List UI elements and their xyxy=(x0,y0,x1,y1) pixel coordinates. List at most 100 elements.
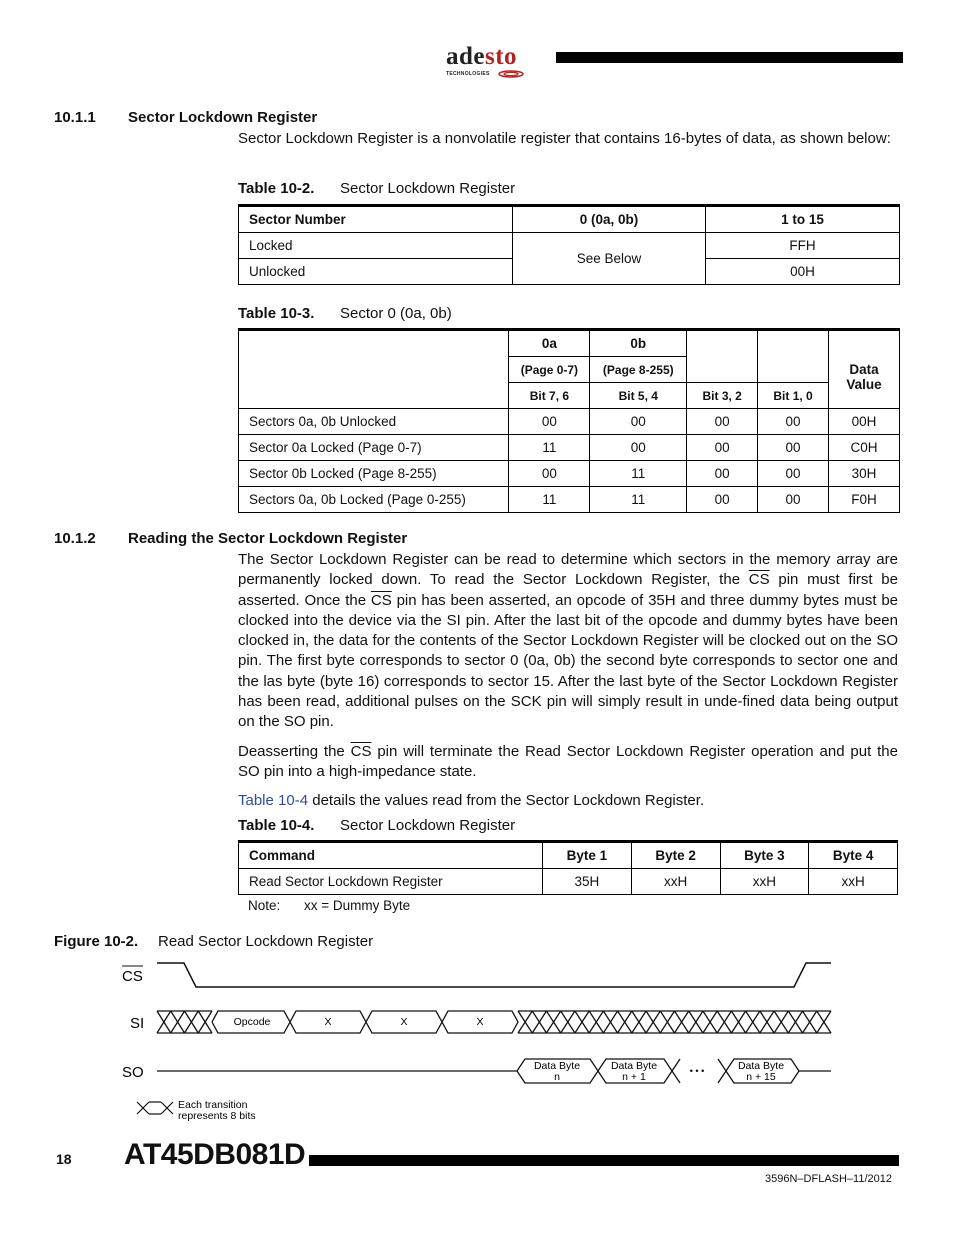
cell-value: FFH xyxy=(705,232,900,259)
document-id: 3596N–DFLASH–11/2012 xyxy=(765,1173,892,1185)
table-10-3-caption: Table 10-3. Sector 0 (0a, 0b) xyxy=(238,305,452,322)
header-cell: 0 (0a, 0b) xyxy=(512,204,706,233)
cell-value: 00 xyxy=(686,486,759,513)
table-header-row: Sector Number 0 (0a, 0b) 1 to 15 xyxy=(238,204,900,233)
header-cell: Command xyxy=(238,840,543,869)
table-10-4-caption: Table 10-4. Sector Lockdown Register xyxy=(238,817,515,834)
table-row: Sector 0b Locked (Page 8-255) 00 11 00 0… xyxy=(237,460,900,487)
cell-value: 00 xyxy=(589,434,688,461)
header-cell: 0a xyxy=(508,328,591,357)
logo-text-sto: sto xyxy=(485,43,518,70)
table-10-2: Sector Number 0 (0a, 0b) 1 to 15 Locked … xyxy=(238,204,900,285)
so-label: SO xyxy=(122,1064,144,1081)
cs-signal-name: CS xyxy=(370,591,392,609)
header-cell: Byte 2 xyxy=(630,840,721,869)
row-label: Sectors 0a, 0b Unlocked xyxy=(237,408,510,435)
cell-value: 00 xyxy=(686,408,759,435)
cell-see-below: See Below xyxy=(512,232,706,285)
paragraph-table-reference: Table 10-4 details the values read from … xyxy=(238,791,898,811)
cell-value: 11 xyxy=(508,434,591,461)
table-row: Read Sector Lockdown Register 35H xxH xx… xyxy=(238,868,898,895)
cs-signal-name: CS xyxy=(350,743,372,760)
table-row: Locked See Below FFH xyxy=(238,232,900,285)
header-cell: (Page 8-255) xyxy=(589,356,688,383)
timing-diagram: CS SI SO Opcode X X X Data Byte n Data B… xyxy=(122,962,832,1122)
table-10-4-link[interactable]: Table 10-4 xyxy=(238,792,308,809)
footer-bar xyxy=(309,1155,899,1166)
header-cell: Bit 3, 2 xyxy=(686,382,759,409)
section-title: Sector Lockdown Register xyxy=(128,109,318,126)
si-byte-x: X xyxy=(476,1016,483,1028)
table-10-3: 0a 0b Data Value (Page 0-7) (Page 8-255)… xyxy=(237,328,900,513)
row-label: Locked xyxy=(238,232,513,259)
table-10-4: Command Byte 1 Byte 2 Byte 3 Byte 4 Read… xyxy=(238,840,898,895)
header-cell: Sector Number xyxy=(238,204,513,233)
cell-value: C0H xyxy=(828,434,900,461)
caption-title: Sector Lockdown Register xyxy=(340,817,516,834)
cell-value: 35H xyxy=(542,868,632,895)
header-cell-data-value: Data Value xyxy=(828,328,900,409)
cell-value: 00 xyxy=(589,408,688,435)
header-cell: 1 to 15 xyxy=(705,204,900,233)
cell-value: xxH xyxy=(630,868,721,895)
si-byte-opcode: Opcode xyxy=(234,1016,271,1028)
cell-value: 00 xyxy=(508,408,591,435)
table-header-row: Command Byte 1 Byte 2 Byte 3 Byte 4 xyxy=(238,840,898,869)
header-cell: (Page 0-7) xyxy=(508,356,591,383)
header-cell: Bit 5, 4 xyxy=(589,382,688,409)
section-intro: Sector Lockdown Register is a nonvolatil… xyxy=(238,130,891,147)
table-row: Sectors 0a, 0b Locked (Page 0-255) 11 11… xyxy=(237,486,900,513)
row-label: Unlocked xyxy=(238,258,513,285)
cell-value: 30H xyxy=(828,460,900,487)
cell-value: F0H xyxy=(828,486,900,513)
table-10-2-caption: Table 10-2. Sector Lockdown Register xyxy=(238,180,515,197)
table-note: Note: xx = Dummy Byte xyxy=(248,898,410,913)
so-waveform xyxy=(157,1058,831,1084)
so-byte-n15-line2: n + 15 xyxy=(746,1071,776,1083)
table-header-row: 0a 0b Data Value xyxy=(237,328,900,409)
cell-value: xxH xyxy=(719,868,810,895)
caption-title: Sector Lockdown Register xyxy=(340,180,516,197)
cell-value: 00 xyxy=(757,408,829,435)
si-byte-x: X xyxy=(324,1016,331,1028)
cs-waveform xyxy=(157,962,831,988)
caption-label: Table 10-4. xyxy=(238,817,315,834)
cell-value: 00 xyxy=(757,486,829,513)
text-run: pin has been asserted, an opcode of 35H … xyxy=(238,591,898,731)
note-text: xx = Dummy Byte xyxy=(304,898,411,913)
caption-title: Sector 0 (0a, 0b) xyxy=(340,305,452,322)
product-name: AT45DB081D xyxy=(124,1138,306,1171)
so-ellipsis: • • • xyxy=(690,1066,704,1076)
header-cell: Bit 1, 0 xyxy=(757,382,829,409)
adesto-logo: adesto TECHNOLOGIES xyxy=(446,44,536,78)
cell-value: 00 xyxy=(686,460,759,487)
cell-value: 00H xyxy=(705,258,900,285)
header-cell: Byte 3 xyxy=(719,840,810,869)
caption-label: Table 10-2. xyxy=(238,180,315,197)
legend-line2: represents 8 bits xyxy=(178,1110,256,1122)
header-bar xyxy=(556,52,903,63)
cs-signal-name: CS xyxy=(748,571,770,589)
cell-value: xxH xyxy=(808,868,898,895)
logo-subtitle: TECHNOLOGIES xyxy=(446,71,490,77)
header-cell: Bit 7, 6 xyxy=(508,382,591,409)
section-heading-10-1-2: 10.1.2 Reading the Sector Lockdown Regist… xyxy=(54,530,407,547)
logo-text-ade: ade xyxy=(446,43,485,70)
logo-swoosh-icon xyxy=(497,70,524,78)
caption-title: Read Sector Lockdown Register xyxy=(158,933,374,950)
cell-value: 00 xyxy=(686,434,759,461)
cell-value: 00 xyxy=(757,460,829,487)
header-cell: Byte 1 xyxy=(542,840,632,869)
row-label: Sectors 0a, 0b Locked (Page 0-255) xyxy=(237,486,510,513)
header-empty-cell xyxy=(757,328,829,383)
page-number: 18 xyxy=(56,1151,72,1167)
paragraph-reading-register: The Sector Lockdown Register can be read… xyxy=(238,550,898,733)
text-run: details the values read from the Sector … xyxy=(308,792,705,809)
header-cell: 0b xyxy=(589,328,688,357)
table-row: Sector 0a Locked (Page 0-7) 11 00 00 00 … xyxy=(237,434,900,461)
row-label: Read Sector Lockdown Register xyxy=(238,868,543,895)
table-row: Sectors 0a, 0b Unlocked 00 00 00 00 00H xyxy=(237,408,900,435)
cell-value: 00 xyxy=(508,460,591,487)
paragraph-deasserting-cs: Deasserting the CS pin will terminate th… xyxy=(238,742,898,783)
cell-value: 00 xyxy=(757,434,829,461)
